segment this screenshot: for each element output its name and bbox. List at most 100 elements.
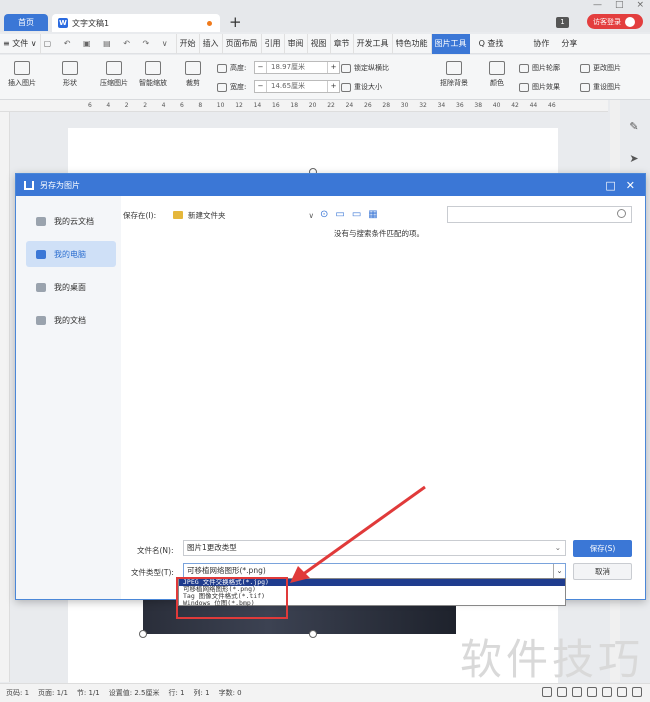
- pen-icon[interactable]: ✎: [624, 120, 644, 138]
- height-value[interactable]: 18.97厘米: [266, 62, 328, 73]
- maximize-icon[interactable]: □: [615, 0, 624, 10]
- width-spinner[interactable]: −14.65厘米 +: [254, 80, 340, 93]
- reading-view-icon[interactable]: [557, 687, 567, 697]
- sidebar-item-documents[interactable]: 我的文档: [26, 307, 116, 333]
- ruler-tick-label: 8: [198, 102, 203, 109]
- crop-button[interactable]: 裁剪: [185, 61, 201, 88]
- new-tab-button[interactable]: +: [229, 14, 242, 31]
- ribbon: 插入图片 形状 压缩图片 智能缩放 裁剪 高度: −18.97厘米 + 宽度: −…: [0, 55, 650, 100]
- collab-button[interactable]: 协作: [530, 34, 552, 54]
- height-spinner[interactable]: −18.97厘米 +: [254, 61, 340, 74]
- sidebar-item-label: 我的桌面: [54, 282, 86, 292]
- save-button[interactable]: 保存(S): [573, 540, 632, 557]
- ruler-tick-label: 26: [364, 102, 372, 109]
- ruler-tick-label: 16: [272, 102, 280, 109]
- outline-view-icon[interactable]: [602, 687, 612, 697]
- annotation-highlight-box: [176, 577, 288, 619]
- effect-button[interactable]: 图片效果: [519, 82, 560, 92]
- color-button[interactable]: 颜色: [489, 61, 505, 88]
- guest-login-button[interactable]: 访客登录: [587, 14, 643, 29]
- compress-button[interactable]: 压缩图片: [100, 61, 128, 88]
- guest-login-label: 访客登录: [593, 17, 621, 26]
- menu-insert[interactable]: 插入: [200, 33, 223, 54]
- sidebar-item-computer[interactable]: 我的电脑: [26, 241, 116, 267]
- back-icon[interactable]: ⊙: [320, 209, 328, 220]
- chevron-down-icon[interactable]: ⌄: [553, 564, 565, 578]
- fullscreen-icon[interactable]: [542, 687, 552, 697]
- new-folder-icon[interactable]: ▭: [352, 209, 361, 220]
- width-value[interactable]: 14.65厘米: [266, 81, 328, 92]
- share-button[interactable]: 分享: [558, 34, 580, 54]
- ruler-tick-label: 24: [345, 102, 354, 109]
- smart-scale-icon: [145, 61, 161, 75]
- sidebar-item-cloud[interactable]: 我的云文档: [26, 208, 116, 234]
- insert-image-icon: [14, 61, 30, 75]
- outline-button[interactable]: 图片轮廓: [519, 63, 560, 73]
- lock-ratio-checkbox[interactable]: 锁定纵横比: [341, 63, 389, 73]
- edit-icon[interactable]: [572, 687, 582, 697]
- menu-special[interactable]: 特色功能: [393, 33, 432, 54]
- filename-field[interactable]: 图片1更改类型 ⌄: [183, 540, 566, 556]
- ruler-tick-label: 44: [529, 102, 538, 109]
- maximize-icon[interactable]: □: [605, 179, 615, 192]
- ruler-tick-label: 10: [216, 102, 225, 109]
- tab-home[interactable]: 首页: [4, 14, 48, 31]
- change-image-icon: [580, 63, 590, 73]
- height-icon: [217, 63, 227, 73]
- find-button[interactable]: Q 查找: [476, 34, 507, 54]
- filetype-label: 文件类型(T):: [131, 568, 174, 577]
- reset-size-button[interactable]: 重设大小: [341, 82, 382, 92]
- wps-logo-icon: [24, 180, 34, 190]
- minimize-icon[interactable]: —: [593, 0, 602, 10]
- resize-handle[interactable]: [139, 630, 147, 638]
- resize-handle[interactable]: [309, 630, 317, 638]
- menu-view[interactable]: 视图: [308, 33, 331, 54]
- status-setting: 设置值: 2.5厘米: [108, 689, 160, 697]
- view-menu-icon[interactable]: ▦: [368, 209, 377, 220]
- menu-start[interactable]: 开始: [177, 33, 200, 54]
- computer-icon: [36, 249, 46, 259]
- sidebar-item-label: 我的文档: [54, 315, 86, 325]
- tab-document[interactable]: W 文字文稿1: [52, 14, 220, 32]
- eye-protect-icon[interactable]: [632, 687, 642, 697]
- web-view-icon[interactable]: [617, 687, 627, 697]
- horizontal-ruler: 6 4 2 2 4 6 8 10 12 14 16 18 20 22 24 26 28 30 32 34 36 38 40 4…: [0, 100, 608, 112]
- menu-references[interactable]: 引用: [262, 33, 285, 54]
- up-folder-icon[interactable]: ▭: [335, 209, 344, 220]
- pointer-icon[interactable]: ➤: [624, 152, 644, 170]
- view-mode-icons: [537, 687, 642, 699]
- remove-background-button[interactable]: 抠除背景: [440, 61, 468, 88]
- ruler-tick-label: 2: [124, 102, 129, 109]
- sidebar-item-desktop[interactable]: 我的桌面: [26, 274, 116, 300]
- shape-label: 形状: [63, 79, 77, 87]
- smart-scale-button[interactable]: 智能缩放: [139, 61, 167, 88]
- menu-developer[interactable]: 开发工具: [354, 33, 393, 54]
- chevron-down-icon[interactable]: ⌄: [555, 541, 561, 555]
- menu-review[interactable]: 审阅: [285, 33, 308, 54]
- page-count-badge[interactable]: 1: [556, 17, 569, 28]
- menu-picture-tools[interactable]: 图片工具: [431, 33, 470, 54]
- dialog-sidebar: 我的云文档 我的电脑 我的桌面 我的文档: [16, 196, 121, 599]
- dialog-title: 另存为图片: [40, 180, 80, 190]
- reset-image-button[interactable]: 重设图片: [580, 82, 621, 92]
- cancel-button[interactable]: 取消: [573, 563, 632, 580]
- menu-page-layout[interactable]: 页面布局: [223, 33, 262, 54]
- status-page: 页码: 1: [6, 689, 30, 697]
- close-icon[interactable]: ×: [636, 0, 644, 10]
- save-location-label: 保存在(I):: [123, 211, 157, 220]
- menu-file[interactable]: ≡ 文件 ∨: [0, 33, 41, 54]
- folder-nav-icons: ⊙ ▭ ▭ ▦: [320, 209, 385, 220]
- ruler-tick-label: 46: [548, 102, 556, 109]
- search-input[interactable]: [447, 206, 632, 223]
- vertical-ruler: [0, 112, 10, 682]
- page-view-icon[interactable]: [587, 687, 597, 697]
- save-location-select[interactable]: 新建文件夹 ∨: [171, 207, 314, 223]
- shape-button[interactable]: 形状: [62, 61, 78, 88]
- close-icon[interactable]: ✕: [626, 179, 635, 192]
- effect-icon: [519, 82, 529, 92]
- folder-icon: [36, 315, 46, 325]
- change-image-button[interactable]: 更改图片: [580, 63, 621, 73]
- insert-image-button[interactable]: 插入图片: [8, 61, 36, 88]
- menu-section[interactable]: 章节: [331, 33, 354, 54]
- ruler-tick-label: 28: [382, 102, 391, 109]
